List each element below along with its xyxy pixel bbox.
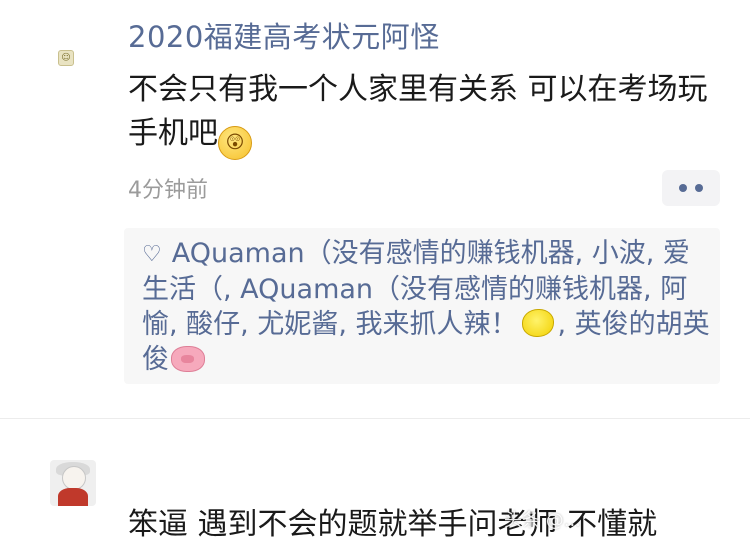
watermark: 头条 @...: [504, 510, 581, 531]
avatar[interactable]: ☺: [58, 50, 74, 66]
comment-text: 笨逼 遇到不会的题就举手问老师 不懂就: [128, 507, 658, 542]
likes-list: ♡ AQuaman（没有感情的赚钱机器, 小波, 爱生活（, AQuaman（没有…: [124, 228, 720, 384]
heart-icon: ♡: [142, 242, 162, 267]
timestamp: 4分钟前: [128, 178, 208, 203]
lemon-emoji-icon: [521, 309, 554, 337]
shocked-face-emoji-icon: 😲: [218, 126, 252, 160]
avatar[interactable]: [50, 460, 96, 506]
avatar-body: [58, 488, 88, 506]
dot-icon: [679, 184, 687, 192]
comment-text: 不会只有我一个人家里有关系 可以在考场玩手机吧: [128, 72, 708, 151]
comment-1: ☺ 2020福建高考状元阿怪 不会只有我一个人家里有关系 可以在考场玩手机吧 😲 …: [0, 0, 750, 418]
avatar-face: [62, 466, 86, 490]
dot-icon: [695, 184, 703, 192]
likes-names: ♡ AQuaman（没有感情的赚钱机器, 小波, 爱生活（, AQuaman（没有…: [142, 236, 712, 377]
more-options-button[interactable]: [662, 170, 720, 206]
comment-content: 不会只有我一个人家里有关系 可以在考场玩手机吧 😲: [128, 68, 728, 160]
username-link[interactable]: 2020福建高考状元阿怪: [128, 14, 440, 56]
pig-nose-emoji-icon: [171, 346, 205, 372]
divider: [0, 418, 750, 419]
